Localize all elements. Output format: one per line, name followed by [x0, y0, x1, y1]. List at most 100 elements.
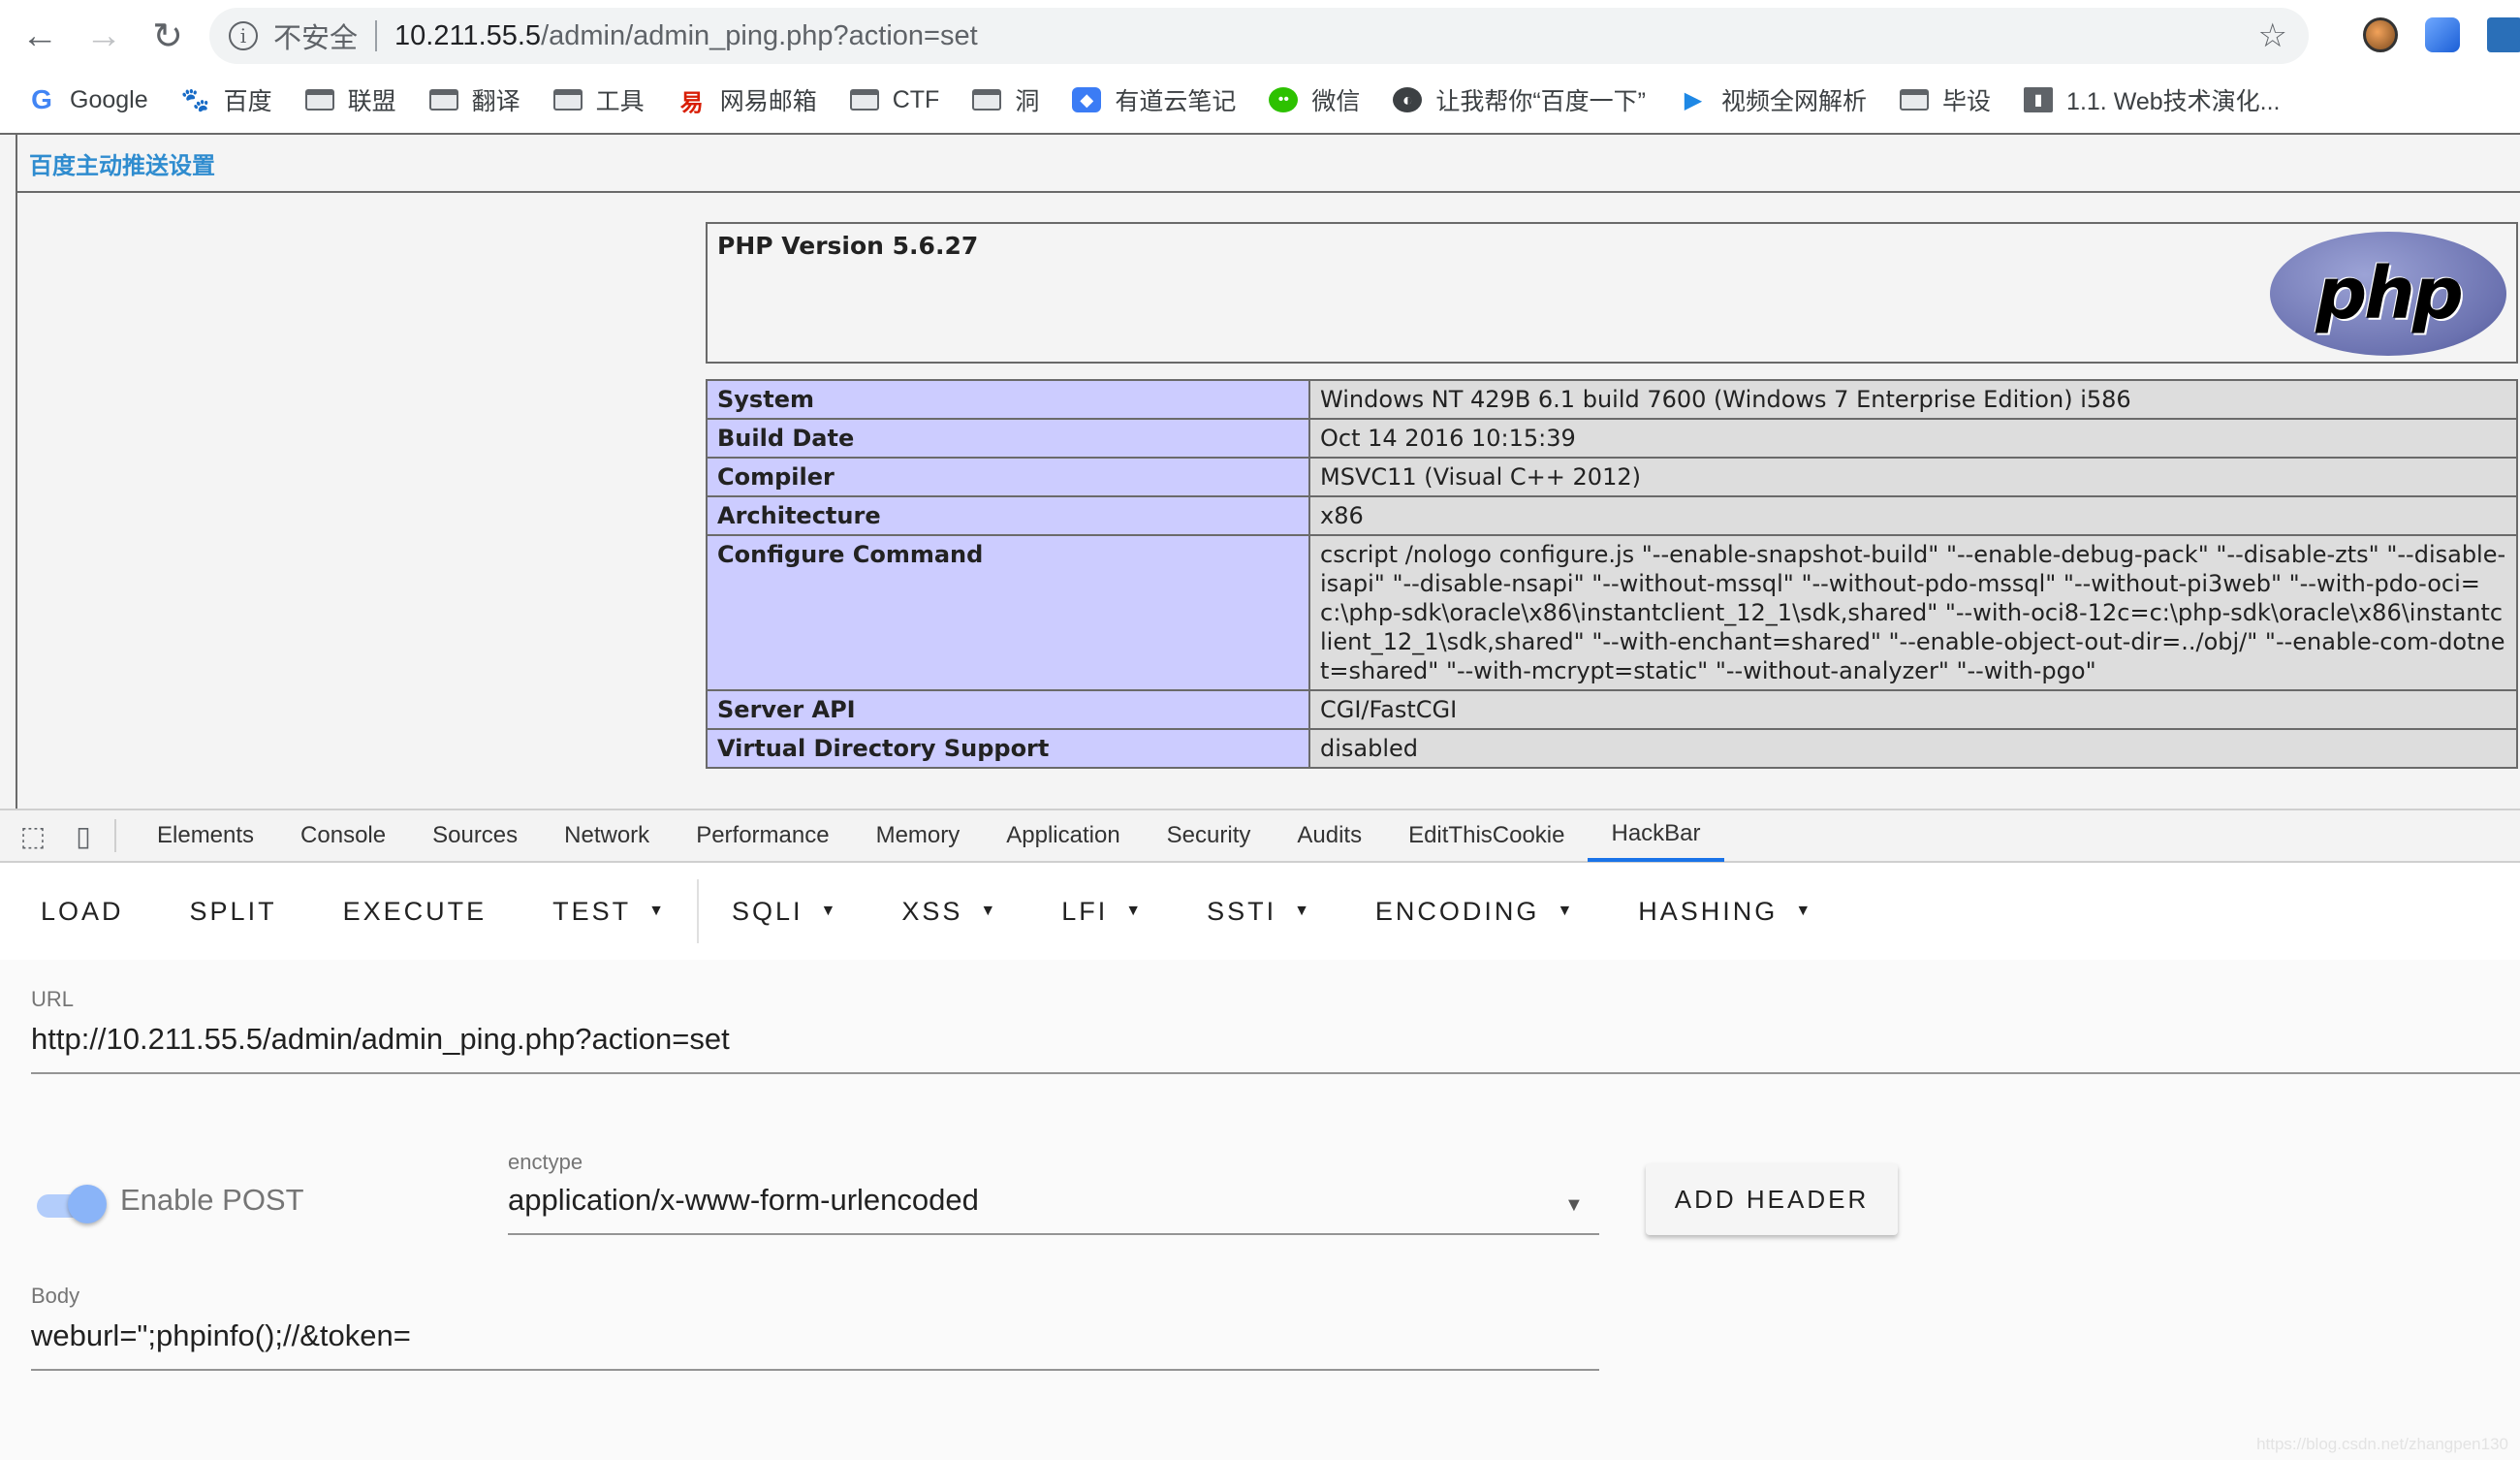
reload-button[interactable]: ↻ — [145, 14, 190, 58]
info-icon[interactable]: i — [229, 21, 258, 50]
bookmark-item[interactable]: 洞 — [972, 82, 1039, 117]
button-label: SSTI — [1207, 896, 1277, 926]
caret-down-icon: ▼ — [980, 903, 996, 919]
tab-sources[interactable]: Sources — [409, 809, 541, 862]
info-key: Build Date — [706, 418, 1310, 459]
caret-down-icon: ▼ — [820, 903, 836, 919]
tab-hackbar[interactable]: HackBar — [1588, 809, 1724, 862]
lfi-button[interactable]: LFI ▼ — [1061, 897, 1141, 927]
caret-down-icon: ▼ — [1795, 903, 1811, 919]
toggle-thumb — [68, 1185, 107, 1223]
tab-elements[interactable]: Elements — [134, 809, 277, 862]
info-value: Windows NT 429B 6.1 build 7600 (Windows … — [1308, 379, 2518, 420]
caret-down-icon: ▼ — [1294, 903, 1309, 919]
add-header-button[interactable]: ADD HEADER — [1646, 1163, 1898, 1235]
execute-button[interactable]: EXECUTE — [343, 897, 488, 927]
info-value: x86 — [1308, 495, 2518, 536]
device-toolbar-icon[interactable]: ▯ — [66, 818, 101, 853]
bookmark-item[interactable]: CTF — [849, 85, 940, 114]
netease-icon: 易 — [679, 89, 704, 116]
bookmark-item[interactable]: 毕设 — [1900, 82, 1991, 117]
bookmark-item[interactable]: ▶ 视频全网解析 — [1679, 82, 1867, 117]
bookmark-label: 1.1. Web技术演化... — [2066, 88, 2281, 115]
test-button[interactable]: TEST ▼ — [552, 897, 664, 927]
baidu-push-settings-link[interactable]: 百度主动推送设置 — [29, 146, 215, 180]
google-icon: G — [31, 84, 52, 114]
url-label: URL — [31, 987, 75, 1011]
split-button[interactable]: SPLIT — [190, 897, 277, 927]
enctype-select[interactable]: application/x-www-form-urlencoded — [508, 1183, 979, 1218]
bookmark-label: 百度 — [223, 88, 272, 115]
button-label: SQLI — [731, 896, 803, 926]
forward-button[interactable]: → — [81, 14, 126, 58]
caret-down-icon: ▼ — [1125, 903, 1142, 919]
tab-console[interactable]: Console — [277, 809, 409, 862]
wechat-icon: •• — [1269, 87, 1299, 112]
bookmark-item[interactable]: •• 微信 — [1269, 82, 1360, 117]
enctype-underline — [508, 1233, 1599, 1235]
globe-icon: ◐ — [1393, 87, 1423, 112]
php-logo-icon: php — [2270, 232, 2506, 356]
hashing-button[interactable]: HASHING ▼ — [1638, 897, 1811, 927]
extension-icon[interactable] — [2363, 17, 2398, 52]
folder-icon — [304, 89, 334, 111]
bookmark-item[interactable]: G Google — [27, 84, 148, 114]
bookmark-item[interactable]: 工具 — [552, 82, 645, 117]
bookmark-item[interactable]: ◐ 让我帮你“百度一下” — [1393, 82, 1646, 117]
bookmark-item[interactable]: 易网易邮箱 — [677, 82, 817, 117]
tab-application[interactable]: Application — [983, 809, 1143, 862]
body-input-underline — [31, 1369, 1599, 1371]
back-button[interactable]: ← — [17, 14, 62, 58]
table-row: Server API CGI/FastCGI — [706, 689, 2518, 730]
extension-icon[interactable] — [2487, 17, 2520, 52]
table-row: Virtual Directory Support disabled — [706, 728, 2518, 769]
load-button[interactable]: LOAD — [41, 897, 124, 927]
tab-performance[interactable]: Performance — [673, 809, 852, 862]
sqli-button[interactable]: SQLI ▼ — [732, 897, 835, 927]
button-label: SPLIT — [189, 896, 277, 926]
bookmark-item[interactable]: 联盟 — [304, 82, 396, 117]
bookmark-item[interactable]: ◆ 有道云笔记 — [1072, 82, 1236, 117]
arrow-left-icon: ← — [21, 15, 58, 56]
php-version-header: PHP Version 5.6.27 php — [706, 222, 2518, 364]
bookmark-label: 有道云笔记 — [1115, 88, 1237, 115]
address-bar[interactable]: i 不安全 10.211.55.5 /admin/admin_ping.php?… — [209, 8, 2309, 64]
extension-icon[interactable] — [2425, 17, 2460, 52]
tab-audits[interactable]: Audits — [1274, 809, 1385, 862]
table-row: Compiler MSVC11 (Visual C++ 2012) — [706, 457, 2518, 497]
bookmark-item[interactable]: ▮ 1.1. Web技术演化... — [2024, 82, 2280, 117]
xss-button[interactable]: XSS ▼ — [901, 897, 995, 927]
devtools-panel: ⬚ ▯ Elements Console Sources Network Perform… — [0, 809, 2520, 1460]
info-value: disabled — [1308, 728, 2518, 769]
url-host: 10.211.55.5 — [394, 19, 542, 51]
bookmark-label: 微信 — [1311, 88, 1361, 115]
tab-network[interactable]: Network — [541, 809, 673, 862]
bookmark-label: Google — [70, 85, 148, 113]
bookmark-label: 视频全网解析 — [1721, 88, 1868, 115]
info-value: CGI/FastCGI — [1308, 689, 2518, 730]
encoding-button[interactable]: ENCODING ▼ — [1375, 897, 1572, 927]
security-label[interactable]: 不安全 — [273, 16, 358, 56]
button-label: XSS — [901, 896, 963, 926]
button-label: EXECUTE — [342, 896, 488, 926]
bookmark-item[interactable]: 🐾 百度 — [181, 82, 272, 117]
book-icon: ▮ — [2024, 87, 2054, 112]
folder-icon — [1900, 89, 1930, 111]
bookmark-label: 工具 — [595, 88, 645, 115]
url-input[interactable]: http://10.211.55.5/admin/admin_ping.php?… — [31, 1022, 730, 1057]
bookmarks-bar: G Google 🐾 百度 联盟 翻译 工具 易网易邮箱 CTF 洞 ◆ 有道云笔记 •• 微信 ◐ 让我帮你… — [0, 76, 2520, 124]
tab-editthiscookie[interactable]: EditThisCookie — [1385, 809, 1588, 862]
baidu-icon: 🐾 — [180, 86, 210, 113]
enable-post-toggle[interactable] — [33, 1183, 110, 1229]
inspect-element-icon[interactable]: ⬚ — [16, 818, 50, 853]
ssti-button[interactable]: SSTI ▼ — [1207, 897, 1309, 927]
bookmark-star-icon[interactable]: ☆ — [2258, 16, 2287, 55]
tab-security[interactable]: Security — [1144, 809, 1275, 862]
chevron-down-icon[interactable]: ▼ — [1564, 1194, 1584, 1217]
bookmark-item[interactable]: 翻译 — [428, 82, 520, 117]
bookmark-label: CTF — [892, 85, 940, 113]
tab-memory[interactable]: Memory — [853, 809, 984, 862]
bookmark-label: 让我帮你“百度一下” — [1435, 88, 1647, 115]
info-key: Architecture — [706, 495, 1310, 536]
body-input[interactable]: weburl=";phpinfo();//&token= — [31, 1318, 411, 1353]
